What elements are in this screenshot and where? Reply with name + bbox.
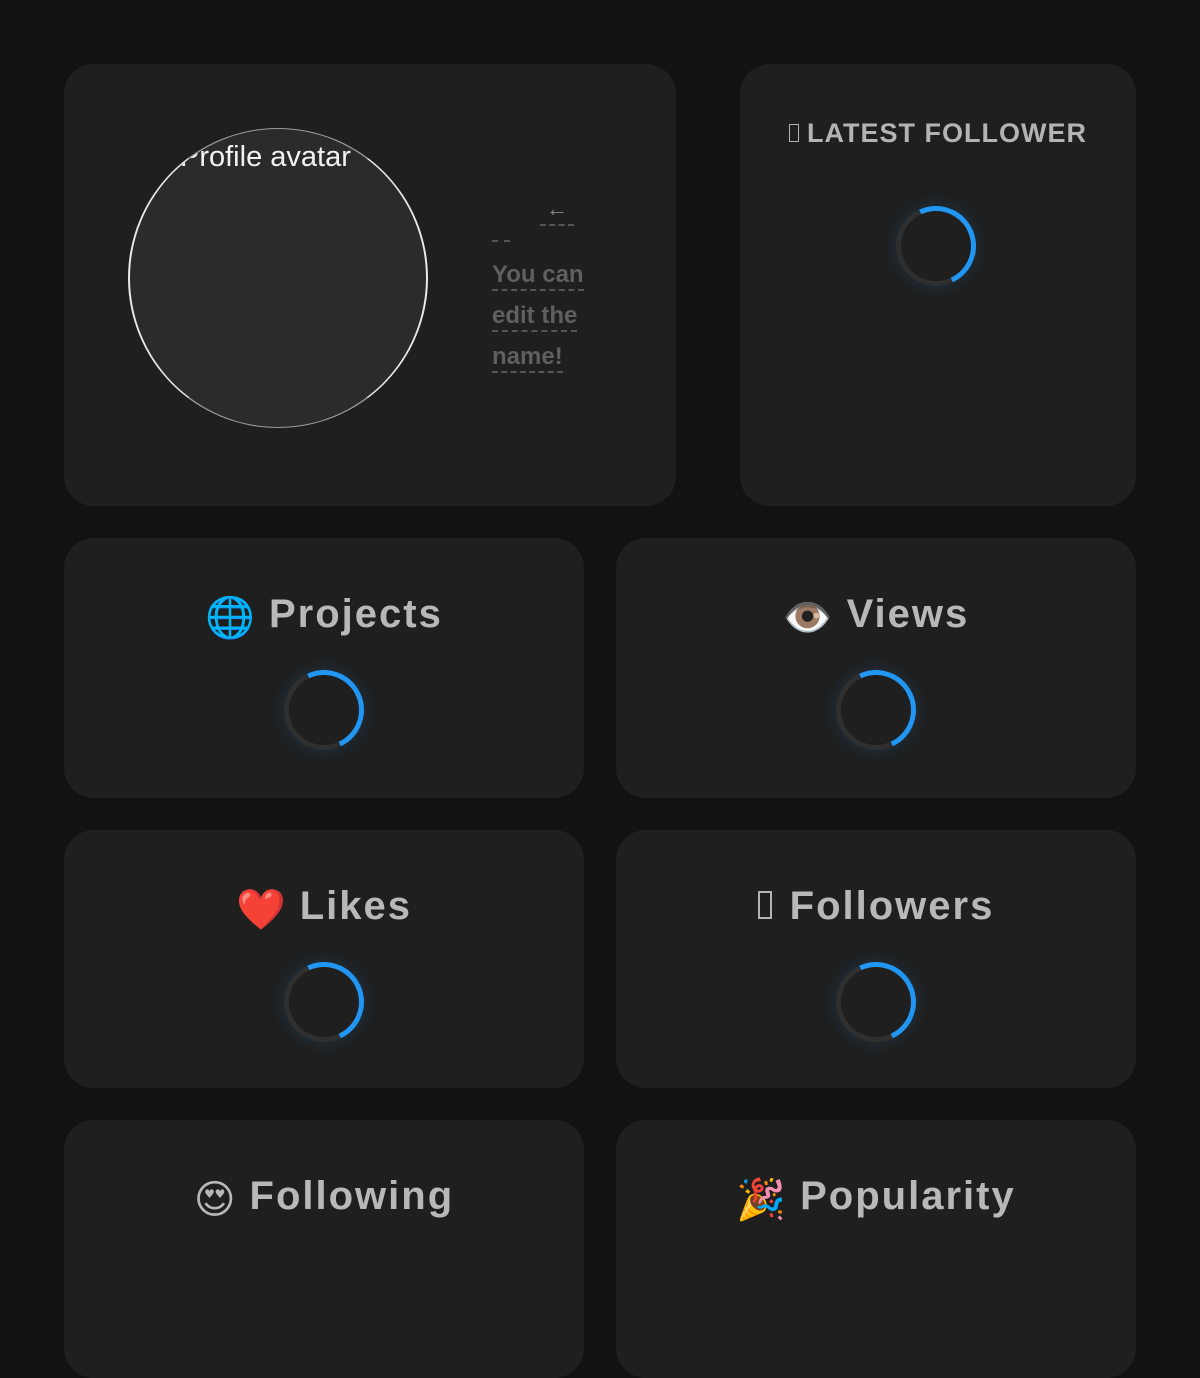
globe-icon: 🌐: [205, 596, 255, 640]
name-editable-field[interactable]: [492, 234, 510, 242]
hint-line: edit the: [492, 302, 578, 332]
likes-label: Likes: [299, 884, 413, 928]
loading-spinner: [884, 194, 988, 298]
projects-title: 🌐 Projects: [64, 592, 584, 641]
following-label: Following: [249, 1174, 455, 1218]
heart-eyes-icon: 😍: [193, 1178, 236, 1222]
missing-glyph-icon: [789, 124, 800, 142]
hint-line: You can: [492, 261, 584, 291]
likes-title: ❤️ Likes: [64, 884, 584, 933]
missing-glyph-icon: [757, 891, 772, 919]
following-card: 😍 Following: [64, 1120, 584, 1378]
views-title: 👁️ Views: [616, 592, 1136, 641]
heart-icon: ❤️: [235, 888, 286, 932]
followers-title: Followers: [616, 884, 1136, 929]
latest-follower-title: LATEST FOLLOWER: [740, 118, 1136, 149]
arrow-left-icon: ←: [540, 192, 574, 226]
followers-card: Followers: [616, 830, 1136, 1088]
loading-spinner: [824, 658, 928, 762]
following-title: 😍 Following: [64, 1174, 584, 1223]
popularity-title: 🎉 Popularity: [616, 1174, 1136, 1223]
loading-spinner: [272, 950, 376, 1054]
views-card: 👁️ Views: [616, 538, 1136, 798]
popularity-label: Popularity: [800, 1174, 1016, 1218]
views-label: Views: [846, 592, 970, 636]
loading-spinner: [824, 950, 928, 1054]
eye-icon: 👁️: [782, 596, 833, 640]
latest-follower-card: LATEST FOLLOWER: [740, 64, 1136, 506]
hint-line: name!: [492, 343, 563, 373]
popularity-card: 🎉 Popularity: [616, 1120, 1136, 1378]
likes-card: ❤️ Likes: [64, 830, 584, 1088]
profile-avatar[interactable]: Profile avatar: [128, 128, 428, 428]
edit-name-hint: You can edit the name!: [492, 254, 592, 377]
projects-label: Projects: [268, 592, 443, 636]
followers-label: Followers: [789, 884, 995, 928]
latest-follower-label: LATEST FOLLOWER: [807, 118, 1087, 148]
avatar-alt-text: Profile avatar: [180, 141, 351, 173]
profile-card: Profile avatar ← You can edit the name!: [64, 64, 676, 506]
loading-spinner: [272, 658, 376, 762]
projects-card: 🌐 Projects: [64, 538, 584, 798]
